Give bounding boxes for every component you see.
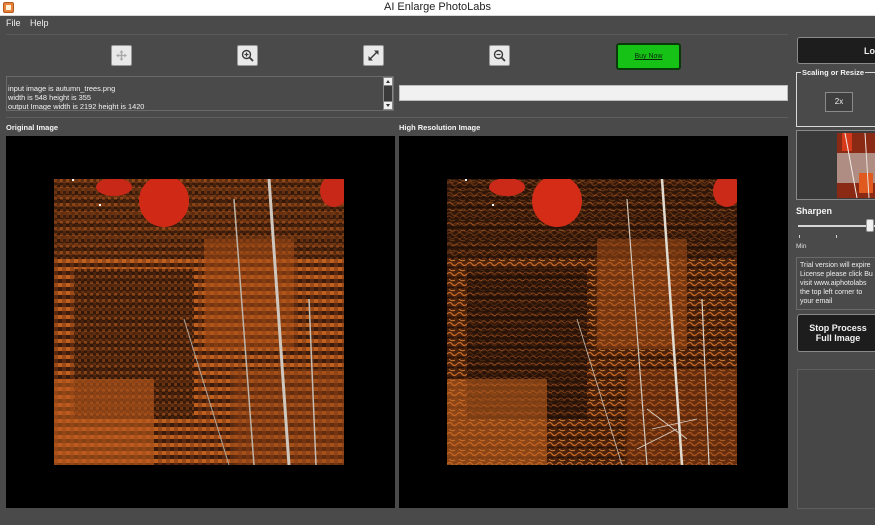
progress-bar — [399, 85, 788, 101]
sharpen-slider-thumb[interactable] — [866, 219, 874, 232]
preview-thumbnail[interactable] — [837, 133, 875, 198]
scale-2x-label: 2x — [834, 97, 844, 106]
move-button[interactable] — [111, 45, 132, 66]
image-info-box: input image is autumn_trees.png width is… — [6, 76, 394, 111]
window-title: AI Enlarge PhotoLabs — [383, 1, 492, 13]
sharpen-slider-track[interactable] — [798, 225, 875, 227]
original-photo — [54, 179, 344, 465]
menu-bar: File Help — [0, 16, 875, 32]
scrollbar-track[interactable] — [383, 86, 393, 101]
menu-file[interactable]: File — [6, 18, 21, 28]
buy-now-button[interactable]: Buy Now — [616, 43, 681, 70]
slider-tick — [836, 235, 837, 238]
high-resolution-image-label: High Resolution Image — [399, 123, 481, 132]
load-button[interactable]: Lo — [797, 37, 875, 64]
trial-line: visit www.aiphotolabs — [800, 280, 867, 287]
fit-to-window-button[interactable] — [363, 45, 384, 66]
move-icon — [116, 50, 127, 61]
toolbar-divider — [6, 34, 788, 35]
info-line-output: output Image width is 2192 height is 142… — [8, 102, 145, 111]
trial-line: the top left corner to — [800, 289, 863, 296]
load-button-label: Lo — [864, 46, 875, 56]
trial-line: Trial version will expire — [800, 262, 871, 269]
stop-process-label: Stop Process — [809, 323, 867, 333]
original-image-panel[interactable] — [6, 136, 395, 508]
sharpen-label: Sharpen — [796, 206, 833, 216]
scaling-title: Scaling or Resize — [801, 68, 866, 77]
sharpen-min-label: Min — [796, 243, 807, 250]
title-bar: AI Enlarge PhotoLabs — [0, 0, 875, 16]
scale-2x-button[interactable]: 2x — [825, 92, 853, 112]
scroll-up-button[interactable] — [383, 77, 393, 86]
info-line-size: width is 548 height is 355 — [8, 93, 91, 102]
original-image-label: Original Image — [6, 123, 59, 132]
buy-now-link[interactable]: Buy Now — [634, 53, 662, 60]
scroll-down-button[interactable] — [383, 101, 393, 110]
info-line-input: input image is autumn_trees.png — [8, 84, 116, 93]
slider-tick — [799, 235, 800, 238]
full-image-label: Full Image — [815, 333, 861, 343]
zoom-in-button[interactable] — [237, 45, 258, 66]
stop-process-button[interactable]: Stop Process Full Image — [797, 314, 875, 352]
high-resolution-image-panel[interactable] — [399, 136, 788, 508]
zoom-out-icon — [493, 49, 506, 62]
thumbnail-frame — [796, 130, 875, 200]
section-divider — [6, 117, 788, 118]
zoom-out-button[interactable] — [489, 45, 510, 66]
high-resolution-photo — [447, 179, 737, 465]
sidebar-bottom-panel — [797, 369, 875, 509]
trial-line: your email — [800, 298, 833, 305]
scaling-group: Scaling or Resize 2x — [796, 68, 875, 127]
trial-line: License please click Bu — [800, 271, 873, 278]
trial-notice-box: Trial version will expire License please… — [796, 257, 875, 310]
zoom-in-icon — [241, 49, 254, 62]
menu-help[interactable]: Help — [30, 18, 49, 28]
fit-to-window-icon — [368, 50, 379, 61]
